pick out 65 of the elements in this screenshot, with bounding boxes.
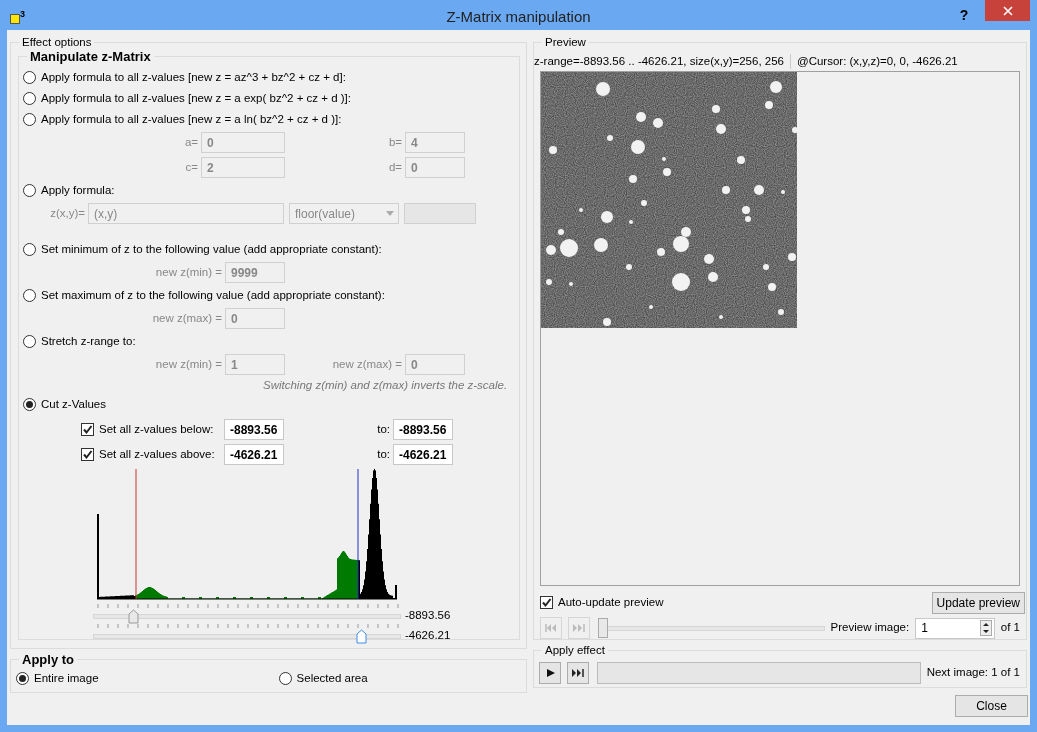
slider-reading: -8893.56: [405, 607, 451, 623]
radio-option[interactable]: Apply formula to all z-values [new z = a ln( bz^2 + cz + d )]:: [23, 112, 342, 127]
caret-icon: [386, 211, 394, 216]
check-icon: [82, 424, 93, 435]
spin-arrows-icon: [979, 620, 992, 636]
field-label: a=: [183, 134, 198, 150]
next-image-label: Next image: 1 of 1: [926, 665, 1020, 681]
field-label: new z(min) =: [154, 356, 222, 372]
radio-option[interactable]: Set maximum of z to the following value (add appropriate constant):: [23, 288, 385, 303]
checkbox-option[interactable]: Set all z-values below:: [81, 422, 221, 437]
group-title: Apply effect: [542, 643, 608, 658]
field-label: b=: [387, 134, 402, 150]
input-field[interactable]: -8893.56: [224, 419, 284, 440]
radio-option[interactable]: Stretch z-range to:: [23, 334, 136, 349]
checkbox-option[interactable]: Auto-update preview: [540, 595, 664, 610]
range-info: z-range=-8893.56 .. -4626.21, size(x,y)=256, 256: [534, 53, 784, 69]
input-field[interactable]: [404, 203, 476, 224]
spin-box[interactable]: 1: [915, 617, 995, 639]
play-button[interactable]: [539, 662, 561, 684]
group-title: Apply to: [19, 652, 77, 667]
radio-option[interactable]: Apply formula:: [23, 183, 115, 198]
radio-option[interactable]: Entire image: [16, 671, 99, 686]
page-count: of 1: [1000, 620, 1020, 636]
help-button[interactable]: ?: [951, 4, 977, 26]
group-title: Manipulate z-Matrix: [27, 49, 154, 64]
field-label: to:: [376, 446, 390, 462]
app-icon: [10, 13, 20, 24]
preview-slider[interactable]: [597, 618, 825, 638]
field-label: new z(min) =: [154, 264, 222, 280]
skip-back-icon: [544, 624, 557, 632]
skip-forward-icon: [572, 624, 585, 632]
close-icon: [1002, 5, 1013, 16]
input-field[interactable]: -4626.21: [224, 444, 284, 465]
checkbox-option[interactable]: Set all z-values above:: [81, 447, 221, 462]
radio-option[interactable]: Apply formula to all z-values [new z = a exp( bz^2 + cz + d )]:: [23, 91, 351, 106]
cursor-info: @Cursor: (x,y,z)=0, 0, -4626.21: [796, 53, 958, 69]
field-label: to:: [376, 421, 390, 437]
field-label: Preview image:: [830, 620, 910, 636]
check-icon: [82, 449, 93, 460]
close-dialog-button[interactable]: Close: [955, 695, 1028, 717]
field-label: new z(max) =: [331, 356, 402, 372]
radio-option[interactable]: Cut z-Values: [23, 397, 106, 412]
slider-reading: -4626.21: [405, 627, 451, 643]
close-button[interactable]: [985, 0, 1030, 21]
radio-option[interactable]: Selected area: [278, 671, 368, 686]
hint-text: Switching z(min) and z(max) inverts the z-scale.: [262, 378, 509, 393]
field-label: d=: [387, 159, 402, 175]
range-slider[interactable]: [93, 629, 401, 644]
check-icon: [541, 597, 552, 608]
field-label: z(x,y)=: [49, 205, 85, 221]
app-icon-mark: 3: [20, 9, 25, 19]
input-field[interactable]: -4626.21: [393, 444, 453, 465]
slider-thumb[interactable]: [597, 618, 608, 638]
slider-thumb[interactable]: [355, 629, 367, 644]
field-label: c=: [184, 159, 198, 175]
skip-forward-button[interactable]: [566, 662, 589, 684]
range-slider[interactable]: [93, 609, 401, 624]
radio-option[interactable]: Apply formula to all z-values [new z = az^3 + bz^2 + cz + d]:: [23, 70, 346, 85]
slider-thumb[interactable]: [128, 609, 140, 624]
input-field[interactable]: -8893.56: [393, 419, 453, 440]
window-title: Z-Matrix manipulation: [446, 7, 591, 27]
update-preview-button[interactable]: Update preview: [931, 591, 1025, 614]
field-label: new z(max) =: [151, 310, 222, 326]
skip-forward-icon: [571, 669, 584, 677]
radio-option[interactable]: Set minimum of z to the following value (add appropriate constant):: [23, 242, 382, 257]
